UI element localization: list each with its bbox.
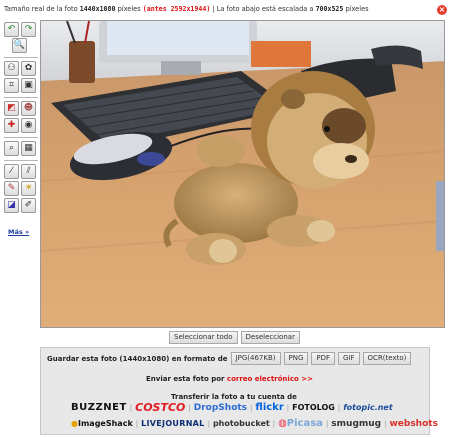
real-size-value: 1440x1080	[79, 5, 116, 13]
color-adjust-icon[interactable]: ◩	[4, 101, 19, 116]
service-costco[interactable]: COSTCO	[135, 402, 185, 414]
save-ocr-button[interactable]: OCR(texto)	[362, 352, 412, 365]
photo-size-info: Tamaño real de la foto 1440x1080 píxeles…	[4, 5, 446, 17]
service-imageshack[interactable]: ●ImageShack	[71, 418, 133, 430]
service-divider: |	[325, 420, 329, 428]
scaled-size-unit: píxeles	[345, 5, 369, 13]
frame-icon[interactable]: ▣	[21, 78, 36, 93]
real-size-unit: píxeles	[117, 5, 141, 13]
service-dropshots[interactable]: DropShots	[194, 402, 247, 414]
more-tools-link[interactable]: Más »	[8, 228, 29, 236]
redeye-icon[interactable]: ✚	[4, 118, 19, 133]
select-all-button[interactable]: Seleccionar todo	[169, 331, 238, 344]
photo-image	[41, 21, 444, 327]
group-icon[interactable]: ⚇	[4, 61, 19, 76]
service-divider: |	[286, 404, 290, 412]
save-pdf-button[interactable]: PDF	[311, 352, 336, 365]
real-size-prefix: Tamaño real de la foto	[4, 5, 78, 13]
save-row: Guardar esta foto (1440x1080) en formato…	[47, 352, 412, 365]
service-fotolog[interactable]: FOTOLOG	[292, 402, 335, 414]
deselect-button[interactable]: Deseleccionar	[240, 331, 300, 344]
zoom-icon[interactable]: 🔍	[12, 38, 27, 53]
save-prefix: Guardar esta foto (1440x1080) en formato…	[47, 354, 228, 363]
selection-buttons: Seleccionar todo Deseleccionar	[169, 331, 300, 344]
imageshack-frog-icon: ●	[71, 419, 78, 428]
service-divider: |	[337, 404, 341, 412]
scaled-text: | La foto abajo está escalada a	[212, 5, 314, 13]
services-row-1: BUZZNET | COSTCO | DropShots | flickr | …	[71, 402, 393, 414]
service-buzznet[interactable]: BUZZNET	[71, 402, 127, 414]
save-jpg-button[interactable]: JPG(467KB)	[230, 352, 281, 365]
paint-icon[interactable]: ◪	[4, 198, 19, 213]
service-divider: |	[384, 420, 387, 428]
services-row-2: ●ImageShack | LIVEJOURNAL | photobucket …	[71, 418, 438, 430]
toolbar-divider	[4, 160, 38, 161]
service-fotopic[interactable]: fotopic.net	[343, 402, 393, 414]
close-icon[interactable]: ×	[437, 5, 447, 15]
photo-preview	[40, 20, 445, 328]
service-webshots[interactable]: webshots	[389, 418, 437, 430]
service-flickr[interactable]: flickr	[255, 402, 283, 414]
toolbar-divider	[4, 57, 38, 58]
service-divider: |	[188, 404, 191, 412]
service-divider: |	[272, 420, 276, 428]
email-prefix: Enviar esta foto por	[146, 375, 225, 383]
service-smugmug[interactable]: smugmug	[331, 418, 381, 430]
portrait-icon[interactable]: ☻	[21, 101, 36, 116]
target-icon[interactable]: ◉	[21, 118, 36, 133]
scaled-size-value: 700x525	[315, 5, 344, 13]
crop-icon[interactable]: ⌗	[4, 78, 19, 93]
picasa-icon: ◍	[278, 418, 287, 429]
service-divider: |	[207, 420, 210, 428]
text-icon[interactable]: ✐	[21, 198, 36, 213]
toolbar-divider	[4, 97, 38, 98]
save-png-button[interactable]: PNG	[283, 352, 309, 365]
save-gif-button[interactable]: GIF	[338, 352, 360, 365]
service-photobucket[interactable]: photobucket	[213, 418, 270, 430]
service-divider: |	[250, 404, 253, 412]
brush-icon[interactable]: ⁄	[4, 164, 19, 179]
search-icon[interactable]: ⌕	[4, 141, 19, 156]
toolbar-divider	[4, 137, 38, 138]
original-size: (antes 2592x1944)	[142, 5, 211, 13]
action-panel: Guardar esta foto (1440x1080) en formato…	[40, 347, 438, 435]
rotate-right-icon[interactable]: ↷	[21, 22, 36, 37]
lines-icon[interactable]: ⫽	[21, 164, 36, 179]
grid-icon[interactable]: ▦	[21, 141, 36, 156]
lightbulb-icon[interactable]: ☀	[21, 181, 36, 196]
rotate-left-icon[interactable]: ↶	[4, 22, 19, 37]
service-picasa[interactable]: ◍Picasa	[278, 418, 323, 430]
transfer-title: Transferir la foto a tu cuenta de	[171, 393, 297, 401]
service-divider: |	[135, 420, 139, 428]
email-link[interactable]: correo electrónico >>	[227, 375, 313, 383]
effects-icon[interactable]: ✿	[21, 61, 36, 76]
service-livejournal[interactable]: LIVEJOURNAL	[141, 418, 204, 430]
draw-icon[interactable]: ✎	[4, 181, 19, 196]
service-divider: |	[129, 404, 133, 412]
email-row: Enviar esta foto por correo electrónico …	[146, 375, 313, 383]
